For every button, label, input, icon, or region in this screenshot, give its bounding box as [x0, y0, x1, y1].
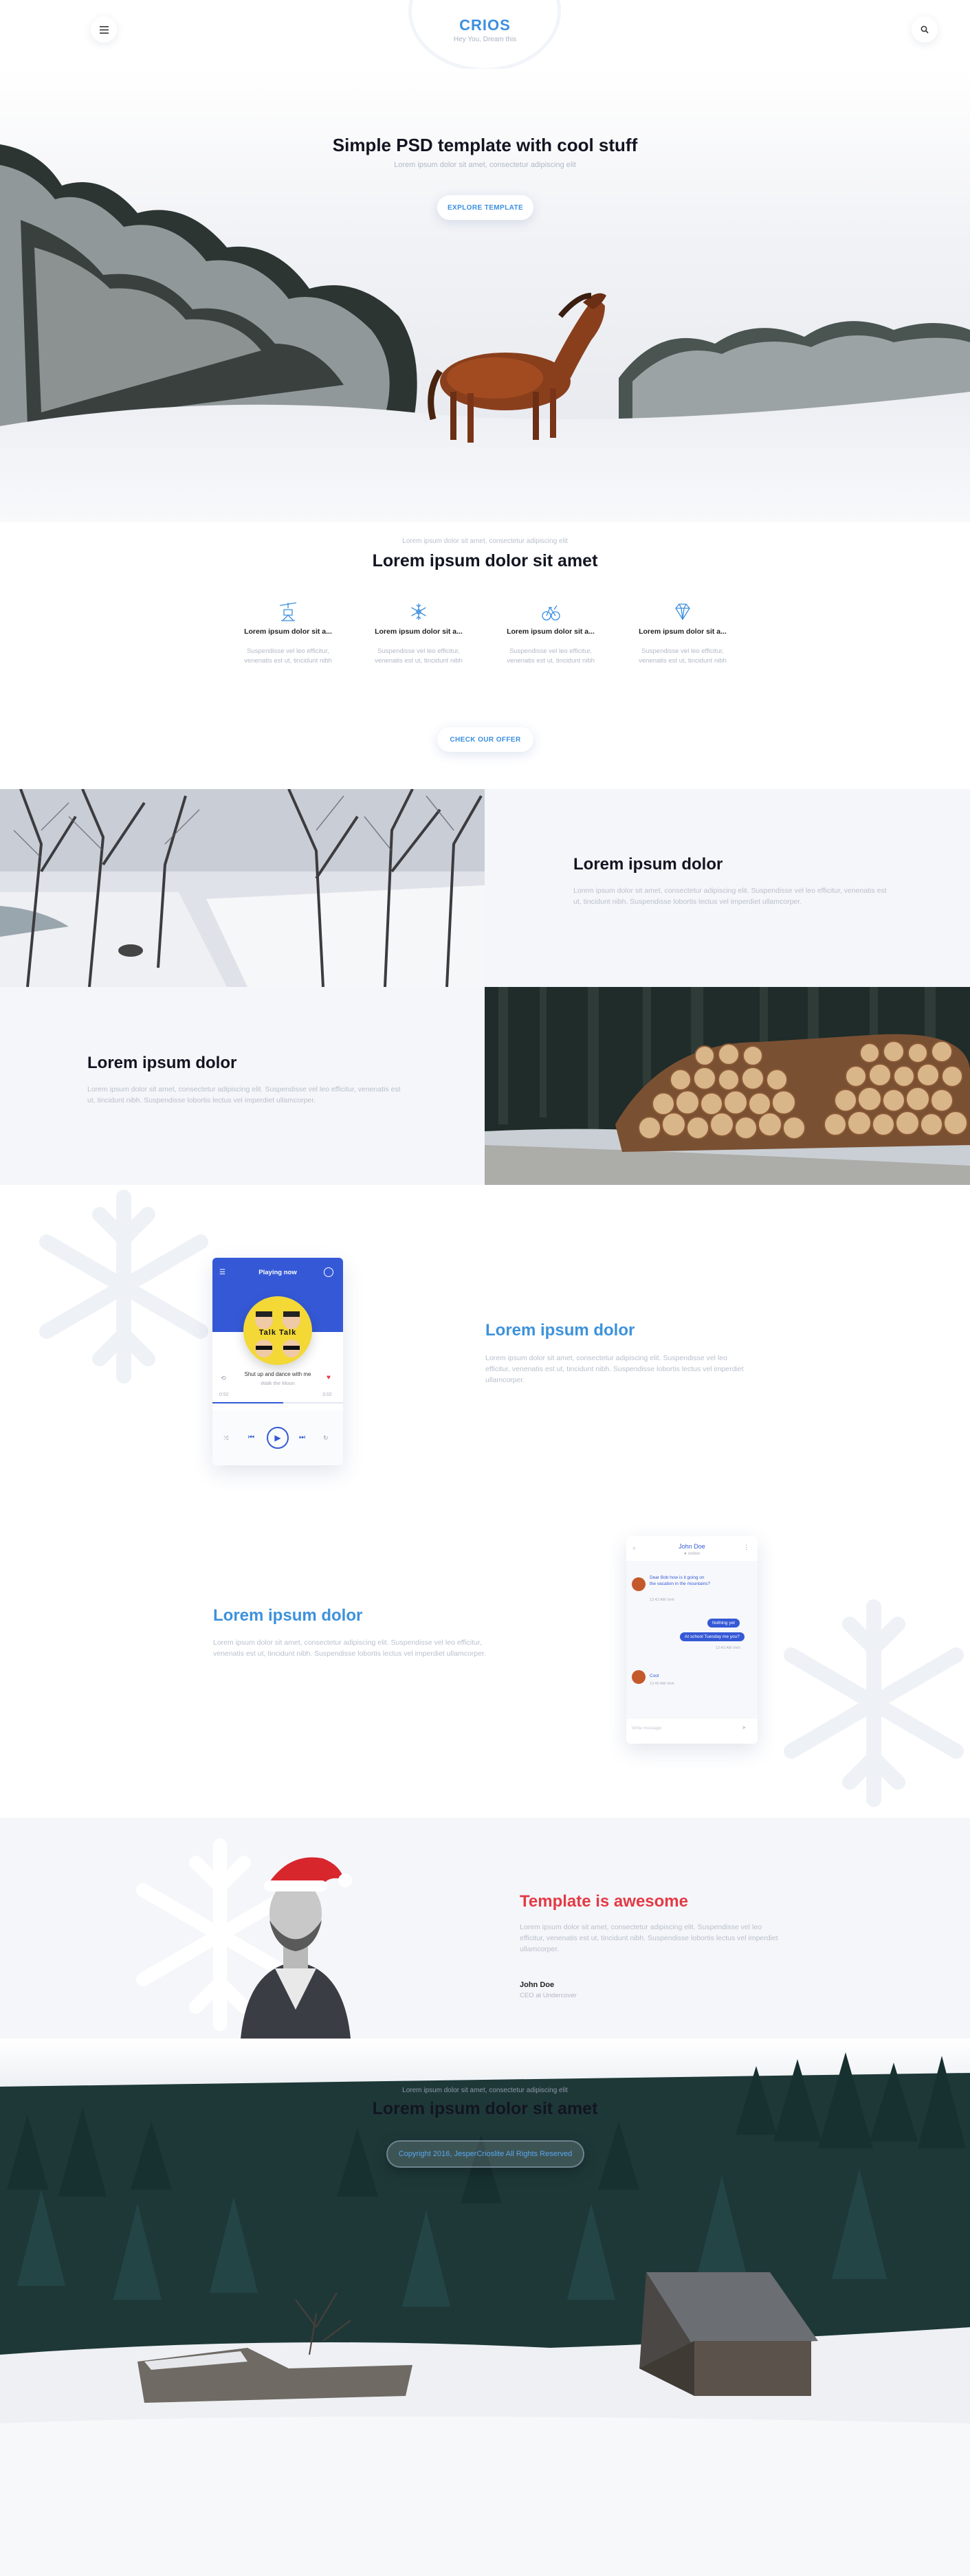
chat-message-incoming: Dear Bob how is it going on the vacation… — [650, 1575, 711, 1586]
contact-avatar — [632, 1577, 646, 1591]
santa-hat-man-photo — [241, 1857, 352, 2039]
hero-title: Simple PSD template with cool stuff — [332, 135, 638, 155]
split2-text: Lorem ipsum dolor sit amet, consectetur … — [87, 1085, 401, 1104]
feature-item: Lorem ipsum dolor sit a... Suspendisse v… — [367, 601, 470, 666]
contact-avatar — [632, 1670, 646, 1684]
site-header: CRIOS Hey You, Dream this — [0, 0, 970, 71]
split1-title: Lorem ipsum dolor — [573, 855, 723, 874]
search-button[interactable] — [912, 16, 938, 43]
settings-icon[interactable] — [324, 1267, 333, 1277]
chat-status: ● online — [683, 1551, 701, 1556]
chat-message-time: 12:45 AM Vinh — [650, 1682, 674, 1686]
sled-icon — [542, 605, 560, 621]
shuffle-icon[interactable]: ⤨ — [223, 1434, 228, 1442]
features-kicker: Lorem ipsum dolor sit amet, consectetur … — [402, 537, 568, 545]
feature-text: Suspendisse vel leo efficitur, venenatis… — [244, 647, 332, 665]
features-title: Lorem ipsum dolor sit amet — [372, 551, 598, 570]
chat-message-time: 12:43 AM Vinh — [716, 1646, 740, 1650]
split1-text: Lorem ipsum dolor sit amet, consectetur … — [573, 887, 887, 906]
snowflake-decoration — [784, 1599, 964, 1807]
ski-lift-icon — [279, 602, 297, 621]
send-icon[interactable]: ➤ — [742, 1724, 747, 1731]
chat-app-mockup: ‹ John Doe ● online ⋮ Dear Bob how is it… — [626, 1536, 758, 1744]
footer-kicker: Lorem ipsum dolor sit amet, consectetur … — [402, 2087, 568, 2094]
logo[interactable]: CRIOS — [0, 16, 970, 34]
footer-title: Lorem ipsum dolor sit amet — [372, 2099, 598, 2118]
check-offer-button[interactable]: CHECK OUR OFFER — [437, 727, 533, 752]
page: CRIOS Hey You, Dream this Simple PSD tem… — [0, 0, 970, 2576]
explore-template-button[interactable]: EXPLORE TEMPLATE — [437, 195, 533, 220]
chat-contact-name: John Doe — [679, 1543, 705, 1550]
chat-message-incoming: Cool — [650, 1674, 659, 1678]
feature-item: Lorem ipsum dolor sit a... Suspendisse v… — [499, 601, 602, 666]
testimonial-text: Lorem ipsum dolor sit amet, consectetur … — [520, 1923, 778, 1953]
share-icon[interactable]: ⟲ — [221, 1375, 226, 1382]
chat-input[interactable]: Write message — [632, 1726, 661, 1731]
time-elapsed: 0:52 — [219, 1392, 229, 1397]
play-button[interactable]: ▶ — [267, 1427, 289, 1449]
feature-text: Suspendisse vel leo efficitur, venenatis… — [507, 647, 595, 665]
testimonial-title: Template is awesome — [520, 1892, 688, 1911]
heart-icon[interactable]: ♥ — [327, 1374, 331, 1381]
diamond-icon — [675, 603, 690, 621]
album-cover: Talk Talk — [243, 1296, 312, 1365]
feature-text: Suspendisse vel leo efficitur, venenatis… — [375, 647, 463, 665]
feature-title: Lorem ipsum dolor sit a... — [507, 628, 595, 636]
logo-tagline: Hey You, Dream this — [453, 36, 517, 43]
song-artist: Walk the Moon — [261, 1380, 295, 1386]
repeat-icon[interactable]: ↻ — [323, 1434, 329, 1442]
showcase2-title: Lorem ipsum dolor — [213, 1606, 363, 1625]
feature-item: Lorem ipsum dolor sit a... Suspendisse v… — [236, 601, 340, 666]
chat-message-outgoing: At school Tuesday me you? — [680, 1632, 745, 1641]
snowflake-icon — [411, 603, 426, 620]
showcase1-text: Lorem ipsum dolor sit amet, consectetur … — [485, 1354, 744, 1384]
forest-cabin-image — [0, 2039, 970, 2576]
showcase2-text: Lorem ipsum dolor sit amet, consectetur … — [213, 1639, 486, 1658]
showcase1-title: Lorem ipsum dolor — [485, 1321, 635, 1340]
more-icon[interactable]: ⋮ — [743, 1544, 749, 1551]
split2-title: Lorem ipsum dolor — [87, 1054, 237, 1072]
feature-title: Lorem ipsum dolor sit a... — [244, 628, 332, 636]
song-title: Shut up and dance with me — [244, 1371, 311, 1377]
search-icon — [921, 25, 929, 34]
hero-section: Simple PSD template with cool stuff Lore… — [0, 69, 970, 522]
copyright-pill: Copyright 2016, JesperCrioslite All Righ… — [386, 2140, 584, 2168]
testimonial-author: John Doe — [520, 1981, 555, 1989]
next-icon[interactable]: ⏭ — [299, 1434, 305, 1441]
feature-title: Lorem ipsum dolor sit a... — [375, 628, 463, 636]
footer-section: Lorem ipsum dolor sit amet, consectetur … — [0, 2039, 970, 2576]
feature-title: Lorem ipsum dolor sit a... — [639, 628, 727, 636]
album-text: Talk Talk — [258, 1329, 297, 1337]
feature-text: Suspendisse vel leo efficitur, venenatis… — [639, 647, 727, 665]
progress-fill — [212, 1402, 283, 1403]
log-pile-image — [485, 987, 970, 1185]
chat-message-time: 12:42 AM Vinh — [650, 1598, 674, 1602]
chat-message-outgoing: Nothing yet — [707, 1619, 740, 1628]
feature-item: Lorem ipsum dolor sit a... Suspendisse v… — [631, 601, 734, 666]
time-total: 3:02 — [322, 1392, 332, 1397]
previous-icon[interactable]: ⏮ — [248, 1434, 254, 1441]
snowy-road-image — [0, 789, 485, 987]
testimonial-role: CEO at Undercover — [520, 1992, 577, 1999]
hero-subtitle: Lorem ipsum dolor sit amet, consectetur … — [394, 161, 576, 169]
music-player-mockup: ☰ Playing now Talk Talk Shut up and danc… — [212, 1258, 343, 1465]
